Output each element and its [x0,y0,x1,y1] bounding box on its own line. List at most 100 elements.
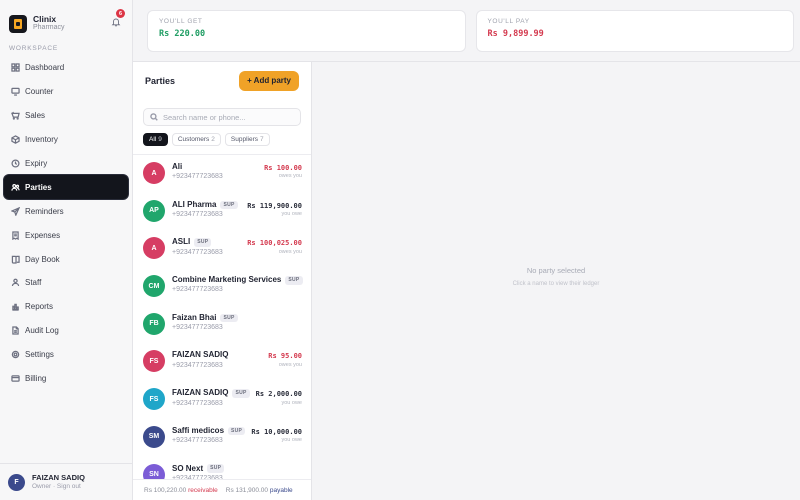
sidebar-item-inventory[interactable]: Inventory [4,128,128,152]
sidebar-item-counter[interactable]: Counter [4,80,128,104]
sidebar-item-settings[interactable]: Settings [4,343,128,367]
party-name: Ali [172,162,183,171]
list-item[interactable]: FS FAIZAN SADIQ SUP +923477723683 Rs 2,000.0… [133,381,311,419]
sidebar-item-label: Reports [25,302,54,312]
main: YOU'LL GET Rs 220.00 YOU'LL PAY Rs 9,899… [133,0,800,500]
cart-icon [10,111,20,121]
page-title: Parties [145,75,176,86]
avatar: AP [143,199,165,222]
party-phone: +923477723683 [172,286,223,294]
party-name: FAIZAN SADIQ [172,388,229,398]
supplier-badge: SUP [228,426,246,436]
filter-label: All [149,136,157,143]
party-list: A Ali +923477723683 Rs 100.00 owes you AP ALI … [133,155,311,479]
list-item[interactable]: A Ali +923477723683 Rs 100.00 owes you [133,155,311,193]
party-balance-note: you owe [281,437,303,444]
sidebar-item-label: Reminders [25,206,64,216]
app-root: Clinix Pharmacy 6 WORKSPACE Dashboard Cou… [0,0,800,500]
sidebar-item-parties[interactable]: Parties [4,175,128,200]
party-balance-note: owes you [278,361,302,368]
section-label: WORKSPACE [9,45,58,52]
book-icon [10,254,20,264]
send-icon [10,206,20,216]
youll-get-card: YOU'LL GET Rs 220.00 [147,10,466,52]
sidebar-item-expenses[interactable]: Expenses [4,223,128,247]
avatar: A [143,162,165,184]
search-box[interactable] [143,108,301,126]
list-item[interactable]: SN SO Next SUP +923477723683 [133,457,311,479]
list-item[interactable]: FB Faizan Bhai SUP +923477723683 [133,306,311,344]
sidebar-item-dashboard[interactable]: Dashboard [4,56,128,80]
user-role[interactable]: Owner · Sign out [32,483,85,491]
sidebar-nav: Dashboard Counter Sales Inventory Expiry Part… [0,56,132,390]
content-area: Parties + Add party All9Customers2Suppli… [133,61,800,500]
party-detail-panel: No party selected Click a name to view t… [312,62,800,500]
search-icon [150,108,158,126]
sidebar-item-label: Billing [25,374,47,384]
sidebar-item-label: Staff [25,278,42,288]
avatar: FS [143,388,165,411]
user-profile[interactable]: F FAIZAN SADIQ Owner · Sign out [0,463,133,500]
party-balance-note: you owe [281,211,303,218]
grid-icon [10,63,20,73]
list-item[interactable]: CM Combine Marketing Services SUP +92347772… [133,268,311,306]
party-balance-note: you owe [281,399,303,406]
users-icon [10,182,20,192]
add-party-button[interactable]: + Add party [239,70,299,91]
parties-header: Parties + Add party [133,62,311,99]
box-icon [10,135,20,145]
filter-suppliers[interactable]: Suppliers 7 [224,133,270,146]
list-item[interactable]: SM Saffi medicos SUP +923477723683 Rs 10,000… [133,419,311,457]
bar-chart-icon [10,302,20,312]
youll-pay-value: Rs 9,899.99 [487,29,544,39]
brand-subtitle: Pharmacy [33,24,65,32]
sidebar-item-reports[interactable]: Reports [4,295,128,319]
party-balance: Rs 10,000.00 [251,427,302,436]
supplier-badge: SUP [194,238,212,247]
sidebar-item-label: Day Book [25,254,60,264]
sidebar-item-sales[interactable]: Sales [4,104,128,128]
sidebar-item-day-book[interactable]: Day Book [4,247,128,271]
sidebar-item-audit-log[interactable]: Audit Log [4,319,128,343]
list-item[interactable]: A ASLI SUP +923477723683 Rs 100,025.00 owes y… [133,230,311,268]
sidebar-item-label: Settings [25,350,54,360]
sidebar-item-label: Audit Log [25,326,59,336]
clock-icon [10,159,20,169]
sidebar-item-label: Sales [25,111,46,121]
sidebar-item-expiry[interactable]: Expiry [4,152,128,176]
youll-pay-card: YOU'LL PAY Rs 9,899.99 [475,10,794,52]
youll-get-value: Rs 220.00 [159,29,206,39]
sidebar-item-label: Dashboard [25,63,65,73]
notification-badge: 6 [116,9,125,18]
party-balance: Rs 100,025.00 [247,239,302,248]
filter-customers[interactable]: Customers 2 [171,133,221,146]
youll-pay-label: YOU'LL PAY [487,18,530,25]
sidebar-item-reminders[interactable]: Reminders [4,199,128,223]
sidebar-item-billing[interactable]: Billing [4,367,128,391]
supplier-badge: SUP [220,313,238,323]
party-balance: Rs 95.00 [268,352,302,361]
supplier-badge: SUP [220,200,238,210]
avatar: F [8,473,25,491]
party-name: ASLI [172,237,191,247]
party-name: Saffi medicos [172,425,225,435]
filter-label: Suppliers [230,136,259,143]
sidebar-item-staff[interactable]: Staff [4,271,128,295]
logo [9,14,27,33]
sidebar-item-label: Expenses [25,230,61,240]
file-icon [10,326,20,336]
search-input[interactable] [163,112,293,122]
gear-icon [10,350,20,360]
monitor-icon [10,87,20,97]
card-icon [10,374,20,384]
list-item[interactable]: FS FAIZAN SADIQ +923477723683 Rs 95.00 owes … [133,343,311,381]
avatar: SM [143,425,165,448]
party-balance-note: owes you [278,173,302,180]
parties-footer: Rs 100,220.00 receivable Rs 131,900.00 p… [133,479,311,500]
supplier-badge: SUP [207,464,225,473]
parties-panel: Parties + Add party All9Customers2Suppli… [133,62,312,500]
filter-count: 2 [211,136,215,143]
filter-all[interactable]: All 9 [143,133,168,146]
list-item[interactable]: AP ALI Pharma SUP +923477723683 Rs 119,900.0… [133,193,311,231]
summary-cards: YOU'LL GET Rs 220.00 YOU'LL PAY Rs 9,899… [147,10,794,52]
